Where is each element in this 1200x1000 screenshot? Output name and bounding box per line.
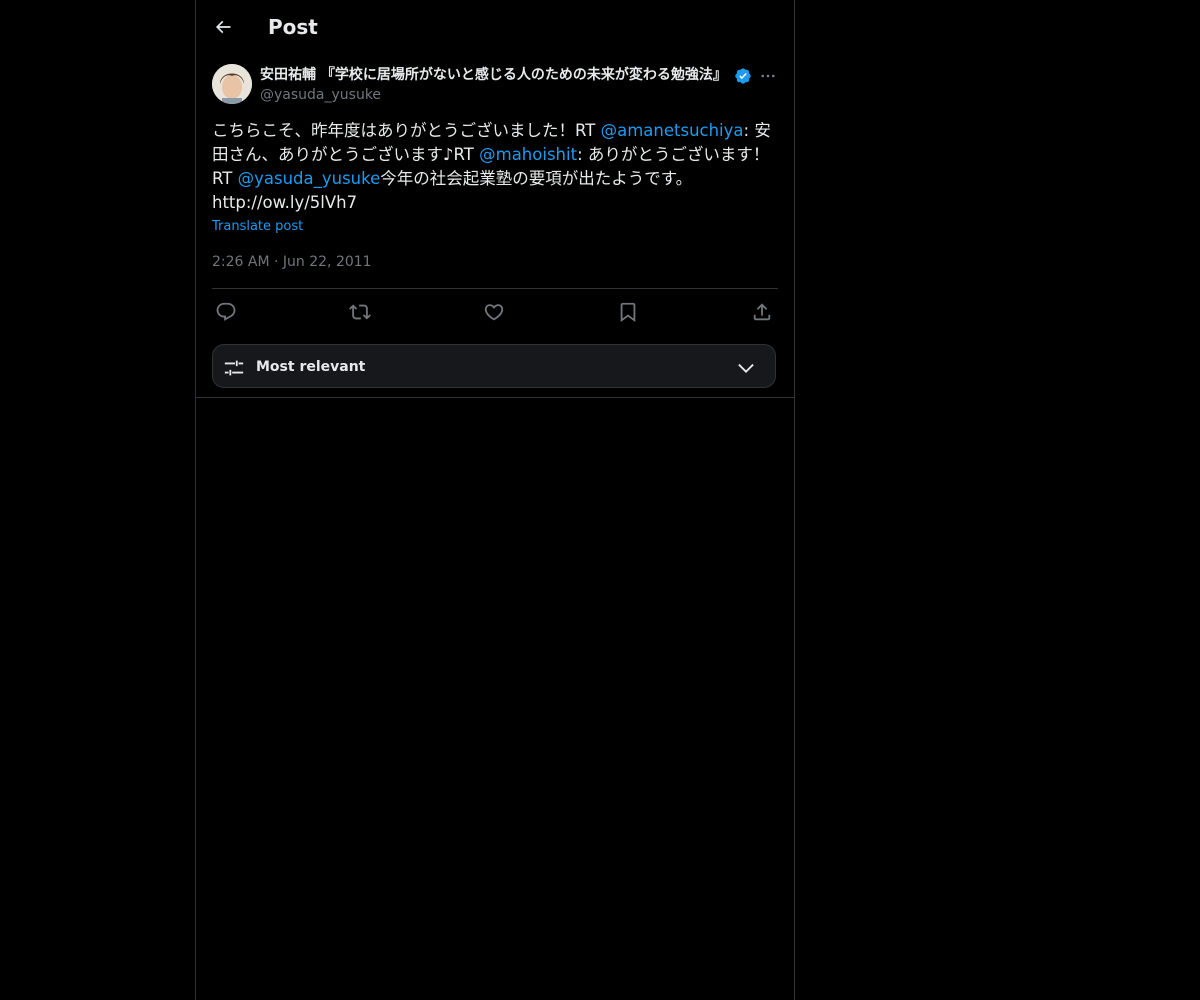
reply-icon bbox=[216, 302, 236, 321]
author-handle[interactable]: @yasuda_yusuke bbox=[260, 85, 381, 105]
sort-label: Most relevant bbox=[256, 359, 366, 375]
reply-button[interactable] bbox=[212, 298, 240, 326]
post-date[interactable]: Jun 22, 2011 bbox=[283, 254, 372, 270]
divider bbox=[212, 288, 778, 289]
share-icon bbox=[753, 303, 771, 321]
avatar[interactable] bbox=[212, 64, 252, 104]
bookmark-button[interactable] bbox=[614, 298, 642, 326]
avatar-image bbox=[212, 64, 252, 104]
post-actions bbox=[212, 298, 778, 326]
main-column: Post 安田祐輔 『学校に居場所がないと感じる人のための未来が変わる勉強法』 … bbox=[195, 0, 795, 1000]
translate-post-link[interactable]: Translate post bbox=[212, 218, 303, 236]
back-button[interactable] bbox=[205, 9, 241, 45]
post-time[interactable]: 2:26 AM bbox=[212, 254, 270, 270]
sort-replies-dropdown[interactable]: Most relevant bbox=[212, 344, 776, 388]
arrow-left-icon bbox=[215, 20, 231, 34]
share-button[interactable] bbox=[748, 298, 776, 326]
post-text: こちらこそ、昨年度はありがとうございました！RT @amanetsuchiya:… bbox=[212, 119, 778, 215]
mention-link[interactable]: @amanetsuchiya bbox=[601, 121, 744, 140]
author-display-name[interactable]: 安田祐輔 『学校に居場所がないと感じる人のための未来が変わる勉強法』 bbox=[260, 65, 732, 85]
heart-icon bbox=[484, 304, 504, 321]
date-separator: · bbox=[274, 254, 279, 270]
text-segment: 今年の社会起業塾の要項が出たようです。 bbox=[380, 169, 693, 188]
sliders-icon bbox=[224, 360, 244, 376]
post-timestamp: 2:26 AM · Jun 22, 2011 bbox=[212, 252, 372, 272]
verified-badge-icon bbox=[735, 68, 751, 84]
section-divider bbox=[196, 397, 794, 398]
like-button[interactable] bbox=[480, 298, 508, 326]
post-author: 安田祐輔 『学校に居場所がないと感じる人のための未来が変わる勉強法』 @yasu… bbox=[212, 64, 778, 108]
repost-button[interactable] bbox=[346, 298, 374, 326]
page-header: Post bbox=[196, 0, 794, 53]
mention-link[interactable]: @mahoishit bbox=[479, 145, 577, 164]
page-title: Post bbox=[268, 15, 318, 39]
more-horizontal-icon bbox=[761, 74, 775, 78]
mention-link[interactable]: @yasuda_yusuke bbox=[238, 169, 381, 188]
more-button[interactable] bbox=[756, 64, 780, 88]
url-text: http://ow.ly/5lVh7 bbox=[212, 193, 358, 212]
bookmark-icon bbox=[620, 302, 636, 323]
chevron-down-icon bbox=[738, 363, 754, 373]
text-segment: こちらこそ、昨年度はありがとうございました！RT bbox=[212, 121, 601, 140]
repost-icon bbox=[349, 304, 371, 320]
